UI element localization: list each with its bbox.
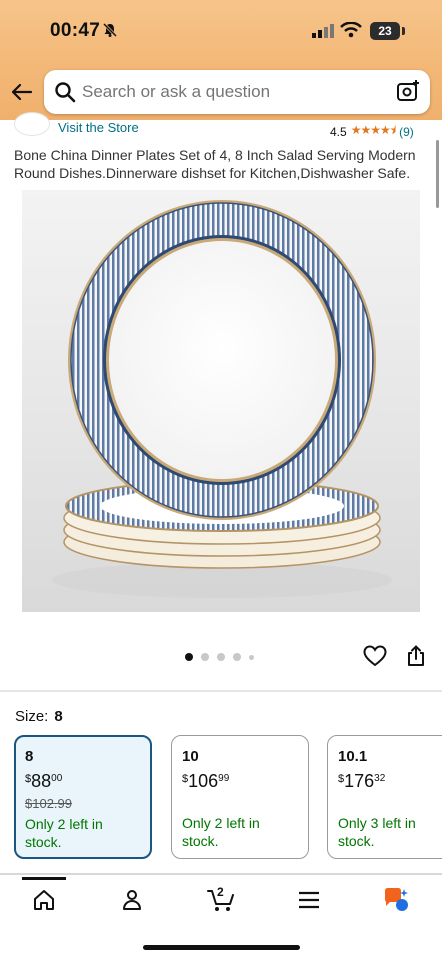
price-currency: $: [182, 773, 189, 785]
home-indicator[interactable]: [143, 945, 300, 950]
wifi-icon: [340, 22, 362, 38]
account-icon: [123, 890, 141, 910]
price-whole: 106: [188, 771, 219, 791]
list-price: $102.99: [25, 796, 72, 811]
carousel-dot[interactable]: [217, 653, 225, 661]
stock-status: Only 2 left in stock.: [25, 816, 103, 850]
size-option-name: 10: [182, 748, 199, 765]
search-bar[interactable]: [44, 70, 430, 114]
store-row: Visit the Store 4.5 ★★★★⯨ (9): [0, 112, 442, 142]
carousel-dot-active[interactable]: [185, 653, 193, 661]
bottom-nav-border: [0, 873, 442, 875]
size-option-price: $17632: [338, 771, 442, 792]
battery-nub: [402, 27, 405, 35]
share-icon[interactable]: [405, 645, 427, 667]
price-currency: $: [338, 773, 345, 785]
section-divider: [0, 690, 442, 692]
size-option-10[interactable]: 10 $10699 Only 2 left in stock.: [171, 735, 309, 859]
search-input[interactable]: [82, 82, 382, 102]
size-label-text: Size:: [15, 708, 49, 725]
camera-lens-icon[interactable]: [396, 79, 420, 103]
size-option-name: 10.1: [338, 748, 368, 765]
size-option-price: $8800: [25, 771, 141, 792]
stock-status: Only 2 left in stock.: [182, 815, 260, 849]
home-icon: [34, 890, 54, 910]
star-rating-icon: ★★★★⯨: [350, 123, 396, 137]
rating-count[interactable]: (9): [399, 125, 414, 139]
selected-size-value: 8: [54, 708, 63, 725]
carousel-dot[interactable]: [249, 654, 254, 660]
cart-count-badge: 2: [217, 885, 224, 899]
back-arrow-icon[interactable]: [10, 80, 34, 104]
ai-assistant-icon: [385, 888, 408, 911]
cellular-signal-icon: [312, 24, 334, 38]
nav-assistant[interactable]: [381, 885, 411, 915]
app-header: 00:47 23: [0, 0, 442, 120]
status-bar: 00:47 23: [0, 0, 442, 64]
size-label: Size: 8: [15, 708, 63, 725]
stock-status: Only 3 left in stock.: [338, 815, 416, 849]
status-time: 00:47: [50, 20, 101, 41]
price-fraction: 99: [218, 773, 230, 784]
active-tab-indicator: [22, 877, 66, 880]
carousel-dot[interactable]: [201, 653, 209, 661]
menu-icon: [299, 891, 319, 909]
size-option-name: 8: [25, 748, 34, 765]
heart-icon[interactable]: [363, 645, 387, 667]
price-whole: 176: [344, 771, 375, 791]
search-icon: [55, 82, 76, 103]
price-currency: $: [25, 773, 32, 785]
battery-indicator: 23: [370, 22, 400, 40]
silent-bell-icon: [102, 22, 118, 38]
nav-home[interactable]: [29, 885, 59, 915]
visit-store-link[interactable]: Visit the Store: [58, 120, 139, 135]
nav-menu[interactable]: [294, 885, 324, 915]
size-option-10-1[interactable]: 10.1 $17632 Only 3 left in stock.: [327, 735, 442, 859]
image-carousel-dots[interactable]: [185, 653, 262, 661]
product-image-plates[interactable]: [22, 190, 420, 612]
nav-account[interactable]: [117, 885, 147, 915]
size-option-8[interactable]: 8 $8800 $102.99 Only 2 left in stock.: [14, 735, 152, 859]
rating-value: 4.5: [330, 124, 347, 139]
size-option-price: $10699: [182, 771, 298, 792]
rating-summary[interactable]: 4.5 ★★★★⯨ (9): [330, 121, 414, 142]
carousel-dot[interactable]: [233, 653, 241, 661]
price-fraction: 00: [51, 773, 63, 784]
store-logo[interactable]: [14, 112, 50, 136]
scrollbar[interactable]: [436, 140, 439, 208]
price-whole: 88: [31, 771, 52, 791]
price-fraction: 32: [374, 773, 386, 784]
product-title: Bone China Dinner Plates Set of 4, 8 Inc…: [14, 147, 416, 181]
